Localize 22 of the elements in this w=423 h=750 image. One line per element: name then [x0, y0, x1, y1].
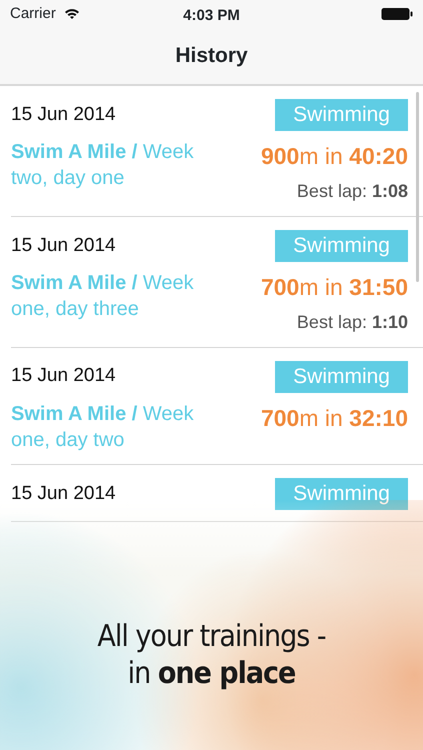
date-label: 15 Jun 2014: [11, 234, 116, 258]
battery-icon: [381, 7, 413, 21]
date-label: 15 Jun 2014: [11, 482, 116, 506]
workout-title[interactable]: Swim A Mile / Week one, day three: [11, 270, 226, 336]
carrier-label: Carrier: [10, 4, 56, 24]
category-tag: Swimming: [275, 230, 408, 262]
best-lap-label: Best lap: 1:10: [296, 310, 408, 334]
category-tag: Swimming: [275, 478, 408, 510]
workout-result: 700m in 31:50: [260, 273, 408, 302]
screen-title: History: [175, 43, 248, 70]
date-label: 15 Jun 2014: [11, 364, 116, 388]
promo-headline: All your trainings - in one place: [97, 618, 326, 692]
best-lap-label: Best lap: 1:08: [296, 180, 408, 203]
workout-result: 900m in 40:20: [260, 142, 408, 172]
date-label: 15 Jun 2014: [11, 102, 116, 127]
clock-time: 4:03 PM: [183, 6, 240, 26]
category-tag: Swimming: [275, 99, 408, 132]
workout-result: 700m in 32:10: [260, 404, 408, 433]
category-tag: Swimming: [275, 360, 408, 393]
workout-title[interactable]: Swim A Mile / Week two, day one: [11, 139, 226, 205]
workout-title[interactable]: Swim A Mile / Week one, day two: [11, 400, 226, 453]
wifi-icon: [64, 8, 80, 20]
